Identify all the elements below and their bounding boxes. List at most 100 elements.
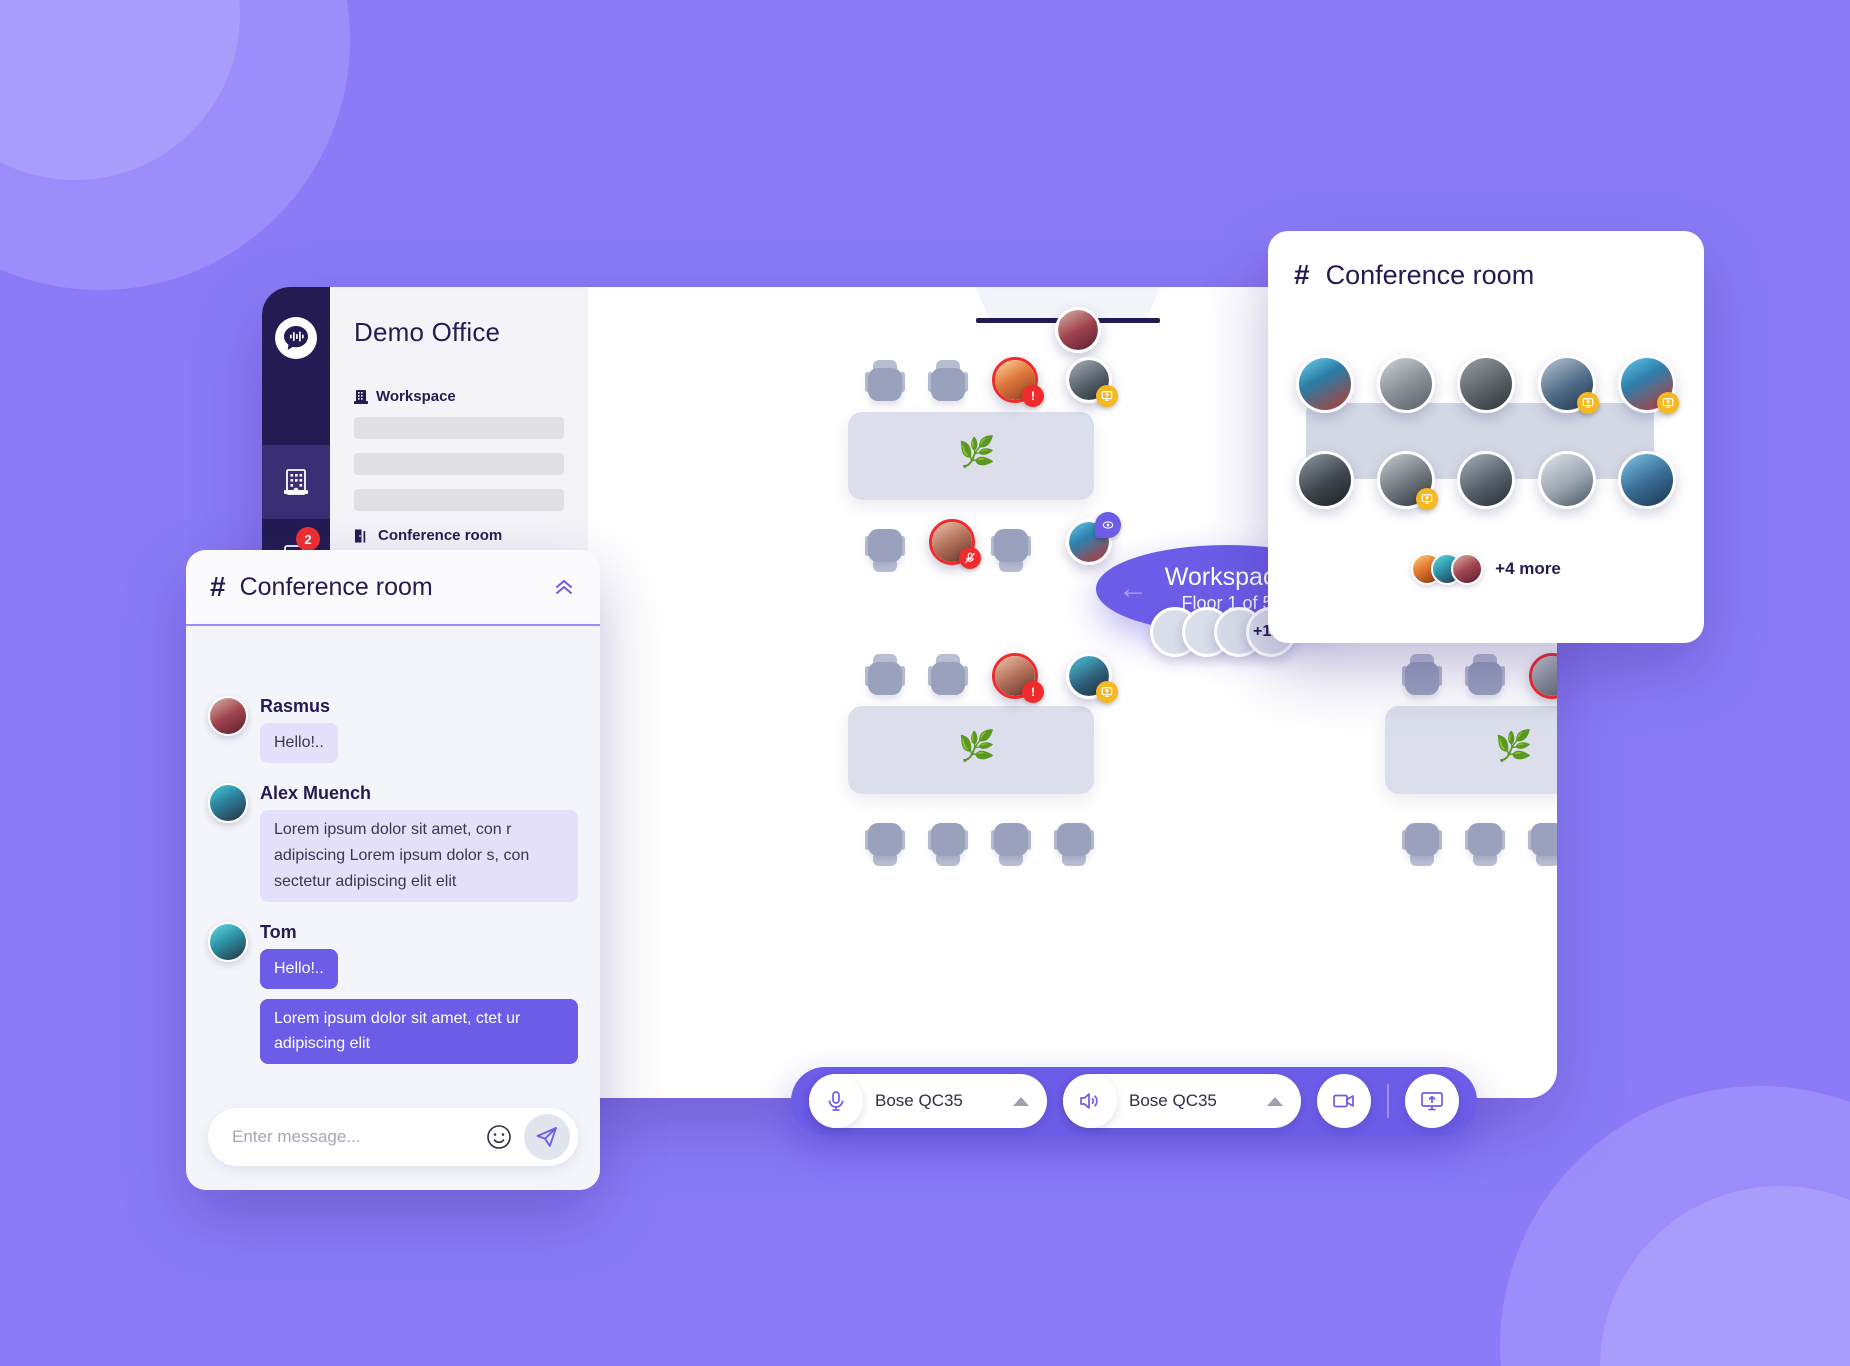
chat-composer: Enter message... <box>186 1094 600 1190</box>
chat-panel: # Conference room Rasmus Hello!.. Alex M… <box>186 550 600 1190</box>
participant-avatar[interactable] <box>1457 451 1515 509</box>
background-blob-bottom-right-outer <box>1500 1086 1850 1366</box>
avatar[interactable] <box>208 921 248 962</box>
avatar[interactable] <box>208 782 248 823</box>
arrow-left-icon[interactable]: ← <box>1118 574 1148 604</box>
desk[interactable]: 🌿 <box>848 706 1094 794</box>
sidebar-placeholder-row[interactable] <box>354 453 564 475</box>
sidebar-placeholder-row[interactable] <box>354 417 564 439</box>
microphone-select[interactable]: Bose QC35 <box>809 1074 1047 1128</box>
chair[interactable] <box>928 823 968 866</box>
channel-hash-icon: # <box>210 571 226 602</box>
floor-person-avatar[interactable]: ! <box>992 357 1044 407</box>
chat-message: Alex Muench Lorem ipsum dolor sit amet, … <box>208 782 578 902</box>
microphone-device-label: Bose QC35 <box>875 1091 963 1110</box>
participant-avatar[interactable] <box>1376 355 1435 413</box>
screen-share-badge-icon <box>1576 392 1599 414</box>
more-participants-label: +4 more <box>1495 559 1561 578</box>
device-toolbar: Bose QC35 Bose QC35 <box>791 1067 1477 1135</box>
chat-message: Rasmus Hello!.. <box>208 696 578 763</box>
participant-avatar[interactable] <box>1296 451 1354 509</box>
conference-room-card-title: Conference room <box>1325 259 1535 290</box>
background-blob-bottom-right-inner <box>1600 1186 1850 1366</box>
avatar <box>1451 553 1484 585</box>
floor-person-avatar[interactable]: ! <box>1529 653 1557 699</box>
participant-avatar[interactable] <box>1537 451 1596 509</box>
caret-up-icon[interactable] <box>1013 1096 1029 1106</box>
chair[interactable] <box>1465 654 1505 697</box>
chair[interactable] <box>991 529 1031 572</box>
floor-person-avatar[interactable] <box>1055 307 1101 353</box>
participant-avatar[interactable] <box>1296 355 1354 413</box>
chat-message-bubble: Hello!.. <box>260 723 338 763</box>
send-paper-plane-icon[interactable] <box>524 1114 570 1160</box>
camera-button[interactable] <box>1317 1074 1371 1128</box>
avatar[interactable] <box>208 696 248 736</box>
floor-person-avatar[interactable] <box>1066 357 1118 407</box>
speaker-select[interactable]: Bose QC35 <box>1063 1074 1301 1128</box>
app-logo-icon[interactable] <box>275 317 317 359</box>
desk[interactable]: 🌿 <box>848 412 1094 500</box>
chair[interactable] <box>1402 654 1442 697</box>
sidebar-group-label: Workspace <box>376 388 456 405</box>
chair[interactable] <box>865 529 905 572</box>
chair[interactable] <box>1528 823 1557 866</box>
chair[interactable] <box>865 654 905 697</box>
smiley-icon[interactable] <box>484 1122 514 1152</box>
desk[interactable]: 🌿 <box>1385 706 1557 794</box>
conference-more-participants[interactable]: +4 more <box>1268 553 1704 585</box>
chat-message-author: Rasmus <box>260 696 331 716</box>
chair[interactable] <box>928 360 968 403</box>
participant-avatar[interactable] <box>1618 451 1676 509</box>
screen-share-icon <box>1419 1088 1445 1114</box>
caret-up-icon[interactable] <box>1267 1096 1283 1106</box>
chair[interactable] <box>865 823 905 866</box>
sidebar-group-workspace[interactable]: Workspace <box>354 388 564 405</box>
chair[interactable] <box>928 654 968 697</box>
building-small-icon <box>354 389 368 405</box>
sidebar-group-label: Conference room <box>378 527 503 544</box>
participant-avatar[interactable] <box>1457 355 1515 413</box>
sidebar-placeholder-row[interactable] <box>354 489 564 511</box>
chat-message: Lorem ipsum dolor sit amet, ctet ur adip… <box>208 998 578 1065</box>
screen-share-badge-icon <box>1096 385 1118 407</box>
screen-share-button[interactable] <box>1405 1074 1459 1128</box>
chair[interactable] <box>865 360 905 403</box>
floor-person-avatar[interactable] <box>1066 512 1121 565</box>
chair[interactable] <box>1402 823 1442 866</box>
channel-hash-icon: # <box>1294 259 1310 290</box>
chat-message-author: Alex Muench <box>260 782 372 803</box>
office-title: Demo Office <box>354 317 501 347</box>
sidebar-group-conference-room[interactable]: Conference room <box>354 527 564 544</box>
microphone-icon <box>809 1074 863 1128</box>
messages-unread-badge: 2 <box>296 527 320 551</box>
double-chevron-up-icon[interactable] <box>552 577 576 597</box>
sidebar-item-workspace[interactable] <box>262 445 330 519</box>
floor-person-avatar[interactable] <box>1066 653 1118 703</box>
plant-icon: 🌿 <box>1495 730 1533 763</box>
background-blob-top-left-inner <box>0 0 240 180</box>
chair[interactable] <box>991 823 1031 866</box>
chair[interactable] <box>1054 823 1094 866</box>
door-person-icon <box>354 528 370 544</box>
conference-participant-row-bottom <box>1296 451 1676 510</box>
conference-participant-row-top <box>1296 355 1679 414</box>
screen-share-badge-icon <box>1096 681 1118 703</box>
floor-person-avatar[interactable] <box>929 519 981 569</box>
chat-message-list[interactable]: Rasmus Hello!.. Alex Muench Lorem ipsum … <box>186 626 600 1094</box>
message-input-row[interactable]: Enter message... <box>208 1108 578 1166</box>
chair[interactable] <box>1465 823 1505 866</box>
microphone-muted-badge-icon <box>959 547 981 569</box>
participant-avatar[interactable] <box>1537 355 1599 414</box>
conference-room-card: # Conference room +4 more <box>1268 231 1704 643</box>
message-input[interactable]: Enter message... <box>232 1127 484 1147</box>
chat-message: Tom Hello!.. <box>208 921 578 989</box>
background-blob-top-left-outer <box>0 0 350 290</box>
plant-icon: 🌿 <box>958 436 996 469</box>
floor-person-avatar[interactable]: ! <box>992 653 1044 703</box>
speaker-icon <box>1063 1074 1117 1128</box>
participant-avatar[interactable] <box>1376 451 1438 510</box>
speaker-device-label: Bose QC35 <box>1129 1091 1217 1110</box>
screen-share-badge-icon <box>1657 392 1679 414</box>
participant-avatar[interactable] <box>1618 355 1679 414</box>
